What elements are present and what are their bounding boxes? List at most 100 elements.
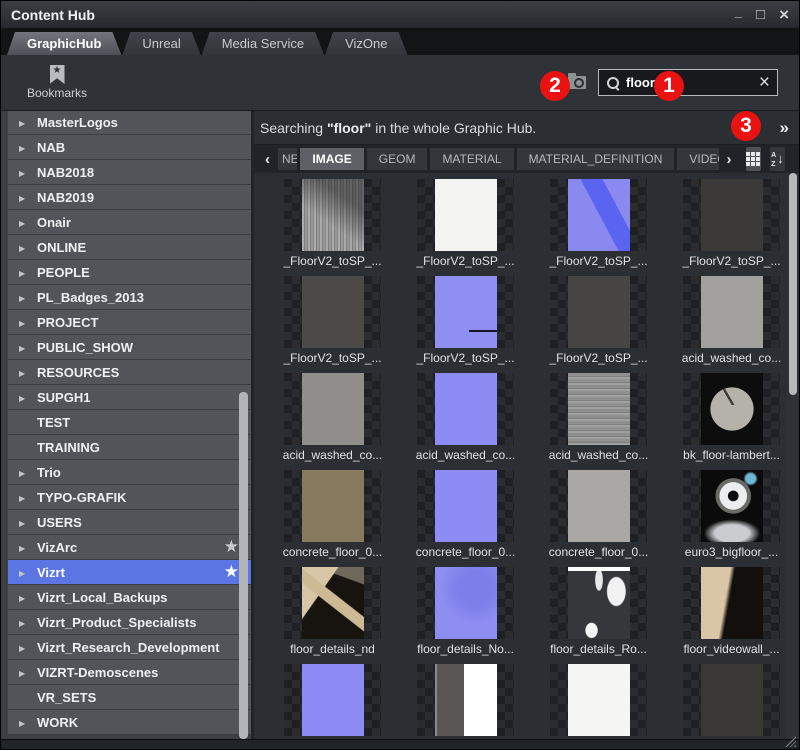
folder-tree-item[interactable]: MasterLogos [8,111,251,135]
asset-thumbnail[interactable] [683,373,780,445]
type-filter-tab[interactable]: IMAGE [300,148,363,170]
type-filter-tab[interactable]: MATERIAL [430,148,513,170]
folder-tree-item[interactable]: TRAINING [8,435,251,460]
expand-arrow-icon[interactable] [19,713,33,731]
asset-thumbnail[interactable] [550,567,647,639]
asset-item[interactable]: floor_details_No... [399,567,532,664]
expand-arrow-icon[interactable] [19,313,33,331]
expand-arrow-icon[interactable] [19,488,33,506]
asset-item[interactable]: acid_washed_co... [665,276,798,373]
asset-item[interactable]: _FloorV2_toSP_... [665,179,798,276]
clear-search-icon[interactable] [759,73,770,93]
folder-tree-item[interactable]: TEST [8,410,251,435]
expand-arrow-icon[interactable] [19,263,33,281]
minimize-icon[interactable] [735,8,742,21]
sidebar-scrollbar-thumb[interactable] [239,392,248,739]
search-input[interactable] [620,75,759,90]
folder-tree-item[interactable]: USERS [8,510,251,535]
expand-arrow-icon[interactable] [19,413,33,431]
grid-view-button[interactable] [746,147,761,171]
asset-item[interactable]: acid_washed_co... [266,373,399,470]
expand-arrow-icon[interactable] [19,288,33,306]
asset-thumbnail[interactable] [550,276,647,348]
expand-arrow-icon[interactable] [19,363,33,381]
asset-item[interactable]: floor_details_Ro... [532,567,665,664]
asset-thumbnail[interactable] [683,179,780,251]
folder-tree-item[interactable]: Trio [8,460,251,485]
asset-item[interactable]: _FloorV2_toSP_... [399,276,532,373]
folder-search-icon[interactable] [568,76,586,89]
asset-thumbnail[interactable] [284,373,381,445]
folder-tree-item[interactable]: VR_SETS [8,685,251,710]
folder-tree-item[interactable]: RESOURCES [8,360,251,385]
sort-button[interactable] [770,147,785,171]
asset-item[interactable]: concrete_floor_0... [532,470,665,567]
expand-arrow-icon[interactable] [19,538,33,556]
folder-tree-item[interactable]: PEOPLE [8,260,251,285]
folder-tree-item[interactable]: SUPGH1 [8,385,251,410]
app-tab[interactable]: VizOne [325,32,407,55]
search-box[interactable] [598,69,778,96]
asset-thumbnail[interactable] [417,470,514,542]
asset-thumbnail[interactable] [284,664,381,736]
folder-tree-item[interactable]: PROJECT [8,310,251,335]
folder-tree-item[interactable]: Vizrt [8,560,251,585]
asset-thumbnail[interactable] [683,276,780,348]
asset-item[interactable]: bk_floor-lambert... [665,373,798,470]
folder-tree-item[interactable]: NAB2018 [8,160,251,185]
folder-tree-item[interactable]: PUBLIC_SHOW [8,335,251,360]
folder-tree-item[interactable]: Vizrt_Product_Specialists [8,610,251,635]
expand-arrow-icon[interactable] [19,613,33,631]
asset-thumbnail[interactable] [284,470,381,542]
expand-arrow-icon[interactable] [19,238,33,256]
expand-arrow-icon[interactable] [19,213,33,231]
folder-tree-item[interactable]: NAB [8,135,251,160]
folder-tree-item[interactable]: VizArc [8,535,251,560]
folder-tree-item[interactable]: NAB2019 [8,185,251,210]
folder-tree-item[interactable]: VIZRT-Demoscenes [8,660,251,685]
results-scrollbar-thumb[interactable] [789,173,797,395]
asset-thumbnail[interactable] [284,567,381,639]
asset-thumbnail[interactable] [550,179,647,251]
asset-thumbnail[interactable] [550,470,647,542]
folder-tree-item[interactable]: Onair [8,210,251,235]
scroll-tabs-left-icon[interactable] [260,152,275,167]
asset-item[interactable] [532,664,665,741]
close-icon[interactable] [779,6,789,23]
asset-thumbnail[interactable] [683,567,780,639]
asset-item[interactable]: _FloorV2_toSP_... [532,276,665,373]
expand-arrow-icon[interactable] [19,388,33,406]
scroll-tabs-right-icon[interactable] [722,152,737,167]
app-tab[interactable]: GraphicHub [7,32,121,55]
bookmarks-button[interactable]: Bookmarks [27,65,87,100]
favorite-star-icon[interactable] [224,537,239,557]
expand-arrow-icon[interactable] [19,563,33,581]
type-filter-tab[interactable]: MATERIAL_DEFINITION [517,148,675,170]
expand-arrow-icon[interactable] [19,138,33,156]
asset-thumbnail[interactable] [417,567,514,639]
expand-arrow-icon[interactable] [19,513,33,531]
folder-tree-item[interactable]: Vizrt_Research_Development [8,635,251,660]
folder-tree-item[interactable]: WORK [8,710,251,735]
expand-arrow-icon[interactable] [19,463,33,481]
asset-item[interactable]: concrete_floor_0... [399,470,532,567]
asset-item[interactable]: acid_washed_co... [399,373,532,470]
expand-arrow-icon[interactable] [19,338,33,356]
expand-arrow-icon[interactable] [19,163,33,181]
expand-arrow-icon[interactable] [19,638,33,656]
folder-tree-item[interactable]: Vizrt_Local_Backups [8,585,251,610]
folder-tree-item[interactable]: PL_Badges_2013 [8,285,251,310]
asset-item[interactable]: _FloorV2_toSP_... [399,179,532,276]
asset-item[interactable]: floor_details_nd [266,567,399,664]
type-filter-tab[interactable]: VIDEO_C [677,148,718,170]
asset-item[interactable] [266,664,399,741]
expand-arrow-icon[interactable] [19,588,33,606]
expand-arrow-icon[interactable] [19,663,33,681]
results-scrollbar[interactable] [786,173,799,741]
asset-item[interactable]: concrete_floor_0... [266,470,399,567]
type-filter-tab[interactable]: GEOM [367,148,428,170]
asset-item[interactable] [665,664,798,741]
asset-thumbnail[interactable] [284,276,381,348]
app-tab[interactable]: Media Service [202,32,324,55]
expand-arrow-icon[interactable] [19,688,33,706]
